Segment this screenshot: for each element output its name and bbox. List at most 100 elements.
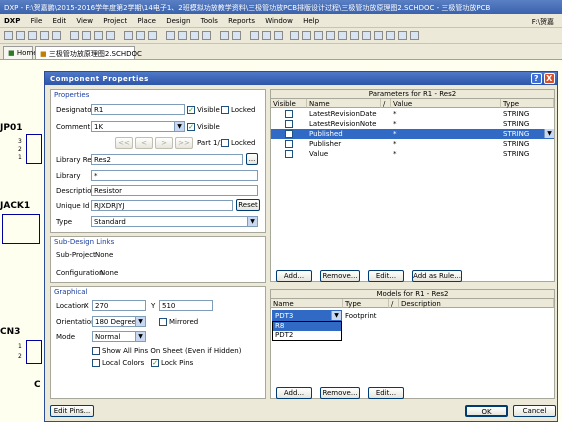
parameter-visible-checkbox[interactable] [285, 120, 293, 128]
paste-icon[interactable] [148, 31, 157, 40]
orientation-select[interactable]: 180 Degrees ▼ [92, 316, 146, 327]
parameter-visible-checkbox[interactable] [285, 150, 293, 158]
col-value[interactable]: Value [391, 99, 501, 108]
col-model-description[interactable]: Description [399, 299, 554, 308]
col-model-type[interactable]: Type [343, 299, 389, 308]
designator-input[interactable]: R1 [91, 104, 185, 115]
chevron-down-icon[interactable]: ▼ [331, 311, 341, 320]
parameter-value[interactable]: * [391, 109, 501, 119]
part-locked-checkbox[interactable] [221, 139, 229, 147]
col-sort[interactable]: / [381, 99, 391, 108]
location-x-input[interactable]: 270 [92, 300, 146, 311]
chevron-down-icon[interactable]: ▼ [135, 317, 145, 326]
comment-visible-checkbox[interactable]: ✓ [187, 123, 195, 131]
zoom-in-icon[interactable] [70, 31, 79, 40]
chevron-down-icon[interactable]: ▼ [135, 332, 145, 341]
zoom-fit-icon[interactable] [106, 31, 115, 40]
zoom-out-icon[interactable] [82, 31, 91, 40]
model-option[interactable]: PDT2 [273, 331, 341, 340]
chevron-down-icon[interactable]: ▼ [247, 217, 257, 226]
print-preview-icon[interactable] [52, 31, 61, 40]
parameter-row[interactable]: LatestRevisionDate * STRING [271, 109, 554, 119]
param-remove-button[interactable]: Remove... [320, 270, 360, 282]
model-edit-button[interactable]: Edit... [368, 387, 404, 399]
redo-icon[interactable] [232, 31, 241, 40]
parameter-row[interactable]: Published * STRING ▼ [271, 129, 554, 139]
chevron-down-icon[interactable]: ▼ [544, 129, 554, 138]
help-icon[interactable] [274, 31, 283, 40]
col-visible[interactable]: Visible [271, 99, 307, 108]
menu-help[interactable]: Help [299, 14, 323, 25]
model-remove-button[interactable]: Remove... [320, 387, 360, 399]
deselect-icon[interactable] [190, 31, 199, 40]
menu-tools[interactable]: Tools [197, 14, 222, 25]
bus-icon[interactable] [302, 31, 311, 40]
library-ref-input[interactable]: Res2 [91, 154, 243, 165]
model-name-select[interactable]: PDT3 ▼ [272, 310, 342, 321]
first-part-button[interactable]: << [115, 137, 133, 149]
parameter-row[interactable]: LatestRevisionNote * STRING [271, 119, 554, 129]
show-all-pins-checkbox[interactable] [92, 347, 100, 355]
sheet-entry-icon[interactable] [374, 31, 383, 40]
no-erc-icon[interactable] [398, 31, 407, 40]
sheet-symbol-icon[interactable] [362, 31, 371, 40]
part-icon[interactable] [350, 31, 359, 40]
parameter-row[interactable]: Value * STRING [271, 149, 554, 159]
new-icon[interactable] [4, 31, 13, 40]
local-colors-checkbox[interactable] [92, 359, 100, 367]
zoom-area-icon[interactable] [94, 31, 103, 40]
wire-icon[interactable] [290, 31, 299, 40]
tab-home[interactable]: ■ Home [3, 46, 38, 59]
parameter-visible-checkbox[interactable] [285, 130, 293, 138]
library-input[interactable]: * [91, 170, 258, 181]
col-model-name[interactable]: Name [271, 299, 343, 308]
close-button[interactable]: X [544, 73, 555, 84]
model-add-button[interactable]: Add... [276, 387, 312, 399]
parameter-visible-checkbox[interactable] [285, 140, 293, 148]
mirrored-checkbox[interactable] [159, 318, 167, 326]
next-part-button[interactable]: > [155, 137, 173, 149]
reset-button[interactable]: Reset [236, 199, 260, 211]
mode-select[interactable]: Normal ▼ [92, 331, 146, 342]
open-icon[interactable] [16, 31, 25, 40]
move-icon[interactable] [178, 31, 187, 40]
junction-icon[interactable] [410, 31, 419, 40]
hierarchy-icon[interactable] [250, 31, 259, 40]
menu-project[interactable]: Project [99, 14, 131, 25]
library-browse-button[interactable]: ... [246, 153, 258, 165]
last-part-button[interactable]: >> [175, 137, 193, 149]
location-y-input[interactable]: 510 [159, 300, 213, 311]
designator-locked-checkbox[interactable] [221, 106, 229, 114]
parameter-row[interactable]: Publisher * STRING [271, 139, 554, 149]
col-model-sort[interactable]: / [389, 299, 399, 308]
lock-pins-checkbox[interactable]: ✓ [151, 359, 159, 367]
tab-schematic[interactable]: ■ 三极管功放原理图2.SCHDOC [35, 46, 142, 59]
parameter-visible-checkbox[interactable] [285, 110, 293, 118]
power-port-icon[interactable] [326, 31, 335, 40]
copy-icon[interactable] [136, 31, 145, 40]
cross-probe-icon[interactable] [202, 31, 211, 40]
model-option[interactable]: R8 [273, 322, 341, 331]
col-name[interactable]: Name [307, 99, 381, 108]
chevron-down-icon[interactable]: ▼ [174, 122, 184, 131]
description-input[interactable]: Resistor [91, 185, 258, 196]
col-type[interactable]: Type [501, 99, 554, 108]
save-icon[interactable] [28, 31, 37, 40]
print-icon[interactable] [40, 31, 49, 40]
net-label-icon[interactable] [314, 31, 323, 40]
parameter-value[interactable]: * [391, 149, 501, 159]
cut-icon[interactable] [124, 31, 133, 40]
menu-edit[interactable]: Edit [49, 14, 71, 25]
parameter-value[interactable]: * [391, 139, 501, 149]
select-icon[interactable] [166, 31, 175, 40]
parameter-value[interactable]: * [391, 129, 501, 139]
param-add-button[interactable]: Add... [276, 270, 312, 282]
menu-file[interactable]: File [27, 14, 47, 25]
menu-window[interactable]: Window [261, 14, 297, 25]
designator-visible-checkbox[interactable]: ✓ [187, 106, 195, 114]
menu-dxp[interactable]: DXP [0, 14, 24, 25]
menu-place[interactable]: Place [133, 14, 160, 25]
cancel-button[interactable]: Cancel [513, 405, 556, 417]
parameter-value[interactable]: * [391, 119, 501, 129]
ok-button[interactable]: OK [465, 405, 508, 417]
